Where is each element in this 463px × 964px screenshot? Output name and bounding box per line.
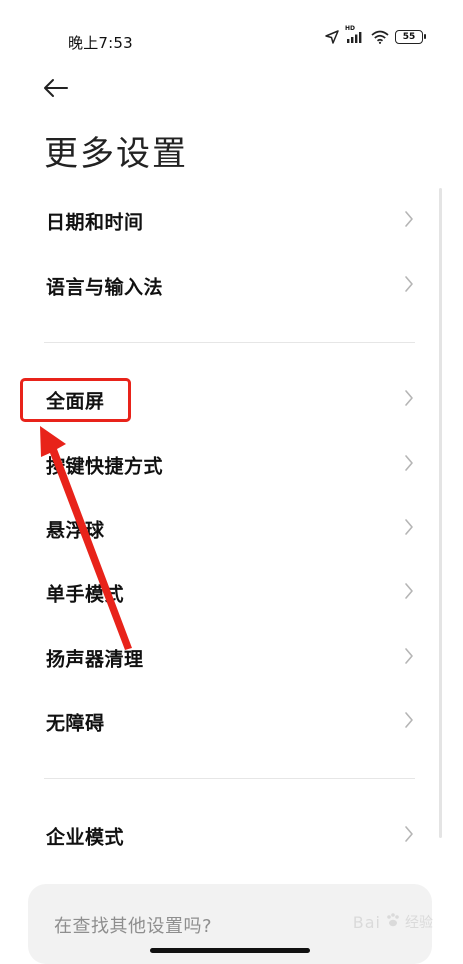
home-indicator[interactable] [150, 948, 310, 953]
watermark-brand: Bai [352, 912, 381, 932]
settings-item-date-time[interactable]: 日期和时间 [0, 192, 432, 250]
battery-level: 55 [402, 32, 416, 42]
settings-item-label: 悬浮球 [46, 519, 105, 542]
chevron-right-icon [404, 825, 414, 847]
status-bar: 晚上7:53 HD 55 [0, 0, 463, 80]
settings-item-label: 无障碍 [46, 712, 105, 735]
status-time: 晚上7:53 [68, 34, 133, 52]
settings-item-label: 日期和时间 [46, 211, 144, 234]
scrollbar[interactable] [439, 188, 442, 838]
chevron-right-icon [404, 647, 414, 669]
watermark-logo: Bai 经验 [353, 912, 433, 932]
settings-item-label: 单手模式 [46, 583, 125, 606]
settings-item-label: 语言与输入法 [46, 276, 164, 299]
status-icons: HD 55 [325, 25, 426, 44]
settings-item-accessibility[interactable]: 无障碍 [0, 693, 432, 751]
page-title: 更多设置 [44, 134, 188, 174]
settings-item-speaker-cleaning[interactable]: 扬声器清理 [0, 629, 432, 687]
chevron-right-icon [404, 454, 414, 476]
section-divider [44, 342, 415, 343]
settings-item-label: 企业模式 [46, 826, 125, 849]
settings-item-label: 扬声器清理 [46, 648, 144, 671]
settings-item-language-input[interactable]: 语言与输入法 [0, 257, 432, 315]
arrow-left-icon [40, 79, 70, 106]
watermark-sub: 经验 [405, 915, 433, 931]
chevron-right-icon [404, 389, 414, 411]
chevron-right-icon [404, 275, 414, 297]
settings-item-button-shortcuts[interactable]: 按键快捷方式 [0, 436, 432, 494]
battery-icon: 55 [395, 30, 426, 44]
settings-item-one-handed-mode[interactable]: 单手模式 [0, 564, 432, 622]
chevron-right-icon [404, 518, 414, 540]
back-button[interactable] [40, 74, 76, 102]
settings-item-label: 按键快捷方式 [46, 455, 164, 478]
signal-icon: HD [345, 25, 365, 44]
section-divider [44, 778, 415, 779]
settings-item-floating-ball[interactable]: 悬浮球 [0, 500, 432, 558]
chevron-right-icon [404, 582, 414, 604]
search-settings-text: 在查找其他设置吗? [54, 916, 213, 937]
annotation-highlight-box [20, 378, 131, 422]
chevron-right-icon [404, 711, 414, 733]
location-arrow-icon [325, 30, 339, 44]
wifi-icon [371, 30, 389, 44]
settings-item-enterprise-mode[interactable]: 企业模式 [0, 807, 432, 865]
paw-icon [385, 912, 401, 932]
hd-badge: HD [345, 25, 356, 32]
chevron-right-icon [404, 210, 414, 232]
